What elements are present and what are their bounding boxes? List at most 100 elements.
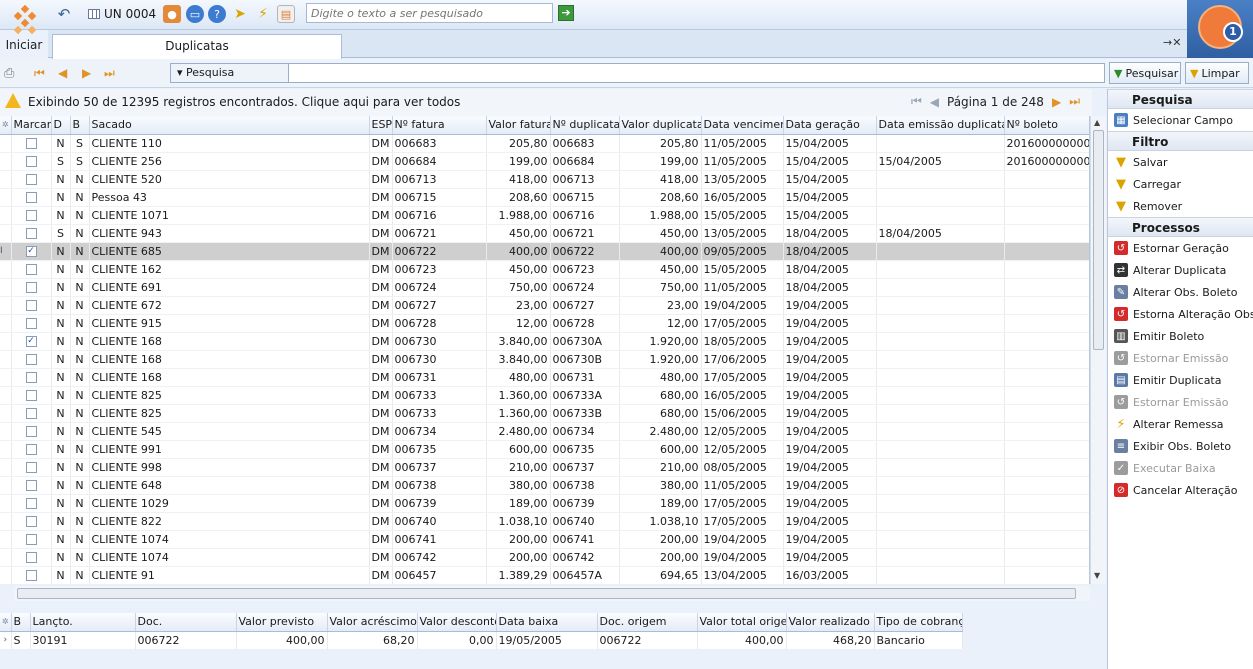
table-row[interactable]: N N CLIENTE 1029 DM 006739 189,00 006739 189,00…: [0, 494, 1089, 513]
row-checkbox[interactable]: [11, 224, 52, 243]
column-header-data-emissao-duplicata[interactable]: Data emissão duplicata: [876, 116, 1005, 135]
pager-next-icon[interactable]: ▶: [1052, 95, 1061, 109]
action-salvar[interactable]: ▼ Salvar: [1108, 151, 1253, 173]
sub-column-header-valor-acrescimo[interactable]: Valor acréscimo: [327, 613, 418, 632]
row-checkbox[interactable]: [11, 386, 52, 405]
column-header-sacado[interactable]: Sacado: [89, 116, 370, 135]
column-header-valor-duplicata[interactable]: Valor duplicata: [619, 116, 702, 135]
table-row[interactable]: N N CLIENTE 998 DM 006737 210,00 006737 210,00 0…: [0, 458, 1089, 477]
print-icon[interactable]: ⎙: [4, 66, 14, 81]
table-row[interactable]: ✓ N N CLIENTE 168 DM 006730 3.840,00 006730A 1.9…: [0, 332, 1089, 351]
table-row[interactable]: N N CLIENTE 691 DM 006724 750,00 006724 750,00 1…: [0, 278, 1089, 297]
action-cancelar-alteracao[interactable]: ⊘ Cancelar Alteração: [1108, 479, 1253, 501]
row-checkbox[interactable]: [11, 512, 52, 531]
column-options-icon[interactable]: ✲: [0, 116, 12, 135]
table-row[interactable]: N S CLIENTE 110 DM 006683 205,80 006683 205,80 1…: [0, 134, 1089, 153]
action-exibir-obs-boleto[interactable]: ≡ Exibir Obs. Boleto: [1108, 435, 1253, 457]
clear-button[interactable]: ▼ Limpar: [1185, 62, 1249, 84]
sub-column-header-doc[interactable]: Doc.: [135, 613, 237, 632]
table-row[interactable]: N N CLIENTE 91 DM 006457 1.389,29 006457A 694,6…: [0, 566, 1089, 584]
row-checkbox[interactable]: [11, 188, 52, 207]
action-emitir-boleto[interactable]: ▥ Emitir Boleto: [1108, 325, 1253, 347]
table-row[interactable]: S N CLIENTE 943 DM 006721 450,00 006721 450,00 1…: [0, 224, 1089, 243]
search-go-button[interactable]: ➔: [558, 5, 574, 21]
action-selecionar-campo[interactable]: ▦ Selecionar Campo: [1108, 109, 1253, 131]
row-checkbox[interactable]: [11, 278, 52, 297]
start-button[interactable]: Iniciar: [0, 0, 48, 58]
table-row[interactable]: N N Pessoa 43 DM 006715 208,60 006715 208,60 16/…: [0, 188, 1089, 207]
first-record-icon[interactable]: ⏮: [34, 66, 45, 81]
column-header-data-vencimento[interactable]: Data vencimento: [701, 116, 784, 135]
action-alterar-remessa[interactable]: ⚡ Alterar Remessa: [1108, 413, 1253, 435]
row-checkbox[interactable]: [11, 494, 52, 513]
tab-close-icon[interactable]: →✕: [1163, 36, 1181, 49]
sub-column-header-b[interactable]: B: [11, 613, 31, 632]
row-checkbox[interactable]: [11, 206, 52, 225]
row-checkbox[interactable]: [11, 152, 52, 171]
column-header-data-geracao[interactable]: Data geração: [783, 116, 877, 135]
users-icon[interactable]: ●: [163, 5, 181, 23]
previous-record-icon[interactable]: ◀: [58, 66, 67, 80]
tab-duplicatas[interactable]: Duplicatas: [52, 34, 342, 59]
table-row[interactable]: S S CLIENTE 256 DM 006684 199,00 006684 199,00 1…: [0, 152, 1089, 171]
sub-column-header-tipo-de-cobranca[interactable]: Tipo de cobrança: [874, 613, 963, 632]
pager-first-icon[interactable]: ⏮: [911, 94, 922, 109]
search-button[interactable]: ▼ Pesquisar: [1109, 62, 1181, 84]
hscroll-thumb[interactable]: [17, 588, 1076, 599]
action-remover[interactable]: ▼ Remover: [1108, 195, 1253, 217]
column-header-n-boleto[interactable]: Nº boleto: [1004, 116, 1089, 135]
table-row[interactable]: N N CLIENTE 1074 DM 006742 200,00 006742 200,00…: [0, 548, 1089, 567]
row-checkbox[interactable]: [11, 566, 52, 584]
next-record-icon[interactable]: ▶: [82, 66, 91, 80]
search-field-dropdown[interactable]: ▾ Pesquisa: [171, 64, 289, 82]
column-header-n-fatura[interactable]: Nº fatura: [392, 116, 487, 135]
column-header-d[interactable]: D: [51, 116, 71, 135]
row-checkbox[interactable]: [11, 350, 52, 369]
table-row[interactable]: N N CLIENTE 162 DM 006723 450,00 006723 450,00 1…: [0, 260, 1089, 279]
table-row[interactable]: N N CLIENTE 915 DM 006728 12,00 006728 12,00 17/…: [0, 314, 1089, 333]
global-search-input[interactable]: [306, 3, 553, 23]
sub-column-header-valor-realizado[interactable]: Valor realizado: [786, 613, 875, 632]
action-estorna-alteracao-obs[interactable]: ↺ Estorna Alteração Obs: [1108, 303, 1253, 325]
table-row[interactable]: N N CLIENTE 822 DM 006740 1.038,10 006740 1.038…: [0, 512, 1089, 531]
table-row[interactable]: N N CLIENTE 545 DM 006734 2.480,00 006734 2.480…: [0, 422, 1089, 441]
column-header-marcar[interactable]: Marcar: [11, 116, 52, 135]
row-checkbox[interactable]: ✓: [11, 242, 52, 261]
action-carregar[interactable]: ▼ Carregar: [1108, 173, 1253, 195]
table-row[interactable]: N N CLIENTE 672 DM 006727 23,00 006727 23,00 19/…: [0, 296, 1089, 315]
row-checkbox[interactable]: ✓: [11, 332, 52, 351]
sub-column-header-valor-desconto[interactable]: Valor desconto: [417, 613, 497, 632]
records-info-link[interactable]: Exibindo 50 de 12395 registros encontrad…: [28, 95, 460, 109]
vertical-scrollbar[interactable]: ▲ ▼: [1090, 116, 1106, 584]
row-checkbox[interactable]: [11, 260, 52, 279]
row-checkbox[interactable]: [11, 404, 52, 423]
last-record-icon[interactable]: ⏭: [104, 66, 115, 81]
scroll-thumb[interactable]: [1093, 130, 1104, 350]
table-row[interactable]: N N CLIENTE 991 DM 006735 600,00 006735 600,00 1…: [0, 440, 1089, 459]
row-checkbox[interactable]: [11, 548, 52, 567]
column-header-valor-fatura[interactable]: Valor fatura: [486, 116, 551, 135]
scroll-down-icon[interactable]: ▼: [1094, 571, 1100, 580]
table-row[interactable]: N N CLIENTE 168 DM 006731 480,00 006731 480,00 1…: [0, 368, 1089, 387]
action-executar-baixa[interactable]: ✓ Executar Baixa: [1108, 457, 1253, 479]
unit-selector[interactable]: UN 0004: [84, 4, 160, 24]
action-estornar-geracao[interactable]: ↺ Estornar Geração: [1108, 237, 1253, 259]
sub-column-header-lancto[interactable]: Lançto.: [30, 613, 136, 632]
sub-column-header-doc-origem[interactable]: Doc. origem: [597, 613, 698, 632]
row-checkbox[interactable]: [11, 458, 52, 477]
tag-icon[interactable]: ➤: [231, 5, 249, 23]
table-row[interactable]: N N CLIENTE 1071 DM 006716 1.988,00 006716 1.98…: [0, 206, 1089, 225]
column-header-n-duplicata[interactable]: Nº duplicata: [550, 116, 620, 135]
lightning-icon[interactable]: ⚡: [254, 5, 272, 23]
row-checkbox[interactable]: [11, 170, 52, 189]
row-checkbox[interactable]: [11, 476, 52, 495]
subgrid-row[interactable]: › S 30191 006722 400,00 68,20 0,00 19/05/2005 00…: [0, 631, 963, 649]
notification-panel[interactable]: 1: [1187, 0, 1253, 58]
row-checkbox[interactable]: [11, 530, 52, 549]
table-row[interactable]: N N CLIENTE 825 DM 006733 1.360,00 006733B 680,…: [0, 404, 1089, 423]
sub-column-header-valor-previsto[interactable]: Valor previsto: [236, 613, 328, 632]
horizontal-scrollbar[interactable]: [14, 586, 1090, 601]
action-estornar-emissao[interactable]: ↺ Estornar Emissão: [1108, 391, 1253, 413]
table-row[interactable]: N N CLIENTE 168 DM 006730 3.840,00 006730B 1.92…: [0, 350, 1089, 369]
table-row[interactable]: N N CLIENTE 520 DM 006713 418,00 006713 418,00 1…: [0, 170, 1089, 189]
